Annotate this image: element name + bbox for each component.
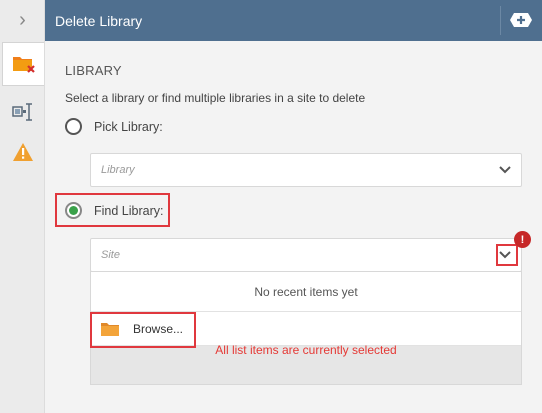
error-badge: !: [514, 231, 531, 248]
library-select[interactable]: Library: [90, 153, 522, 187]
tab-warnings[interactable]: [2, 130, 44, 174]
warning-icon: [13, 143, 33, 161]
add-icon[interactable]: [509, 12, 533, 28]
tab-properties[interactable]: [2, 90, 44, 134]
panel-title: Delete Library: [55, 12, 143, 29]
chevron-down-icon[interactable]: [497, 162, 513, 178]
section-title: LIBRARY: [65, 63, 122, 78]
site-select[interactable]: Site: [90, 238, 522, 272]
delete-library-panel: › Delete Library LIBRARY Select a librar…: [0, 0, 542, 413]
pick-library-label: Pick Library:: [94, 119, 163, 134]
find-library-highlight: [55, 193, 170, 227]
left-rail: ›: [0, 0, 45, 413]
no-recent-items: No recent items yet: [91, 272, 521, 312]
panel-header: Delete Library: [45, 0, 542, 41]
header-divider: [500, 6, 501, 35]
pick-library-option[interactable]: Pick Library:: [65, 118, 163, 135]
expand-chevron-icon[interactable]: ›: [0, 0, 45, 41]
section-description: Select a library or find multiple librar…: [65, 91, 366, 105]
delete-library-icon: [12, 57, 35, 73]
site-chevron-highlight: [496, 244, 518, 266]
site-placeholder: Site: [101, 249, 120, 261]
tab-delete-library[interactable]: [2, 42, 44, 86]
library-placeholder: Library: [101, 164, 135, 176]
browse-highlight: [90, 312, 196, 348]
pick-library-radio[interactable]: [65, 118, 82, 135]
properties-icon: [12, 103, 32, 121]
panel-content: LIBRARY Select a library or find multipl…: [45, 41, 542, 413]
